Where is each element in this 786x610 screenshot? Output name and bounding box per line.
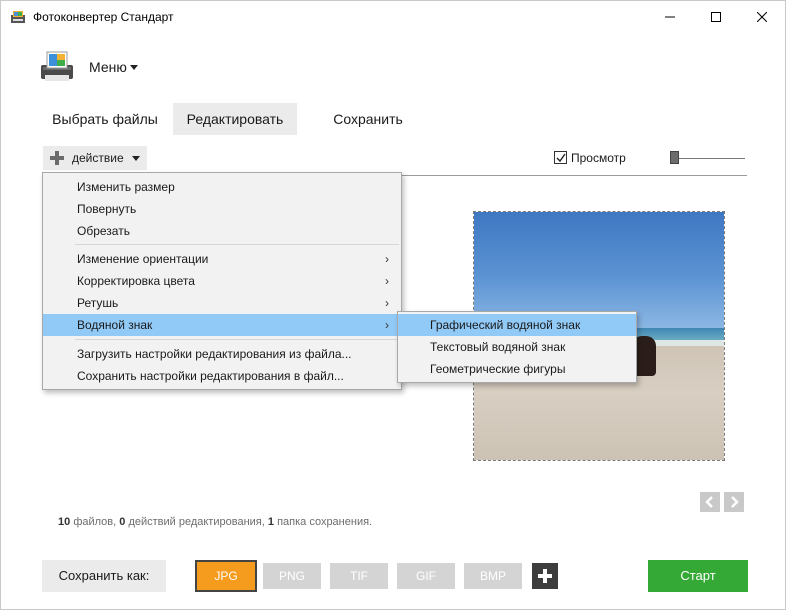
actions-text: действий редактирования,	[128, 516, 265, 528]
menu-item-label: Ретушь	[77, 296, 119, 310]
menu-item-label: Изменить размер	[77, 180, 175, 194]
watermark-submenu: Графический водяной знак Текстовый водян…	[397, 311, 637, 383]
submenu-item-label: Графический водяной знак	[430, 318, 581, 332]
files-text: файлов,	[73, 516, 117, 528]
format-gif-button[interactable]: GIF	[397, 563, 455, 589]
minimize-button[interactable]	[647, 1, 693, 33]
app-icon	[10, 9, 26, 25]
submenu-item-label: Текстовый водяной знак	[430, 340, 566, 354]
title-bar: Фотоконвертер Стандарт	[1, 1, 786, 33]
action-dropdown-button[interactable]: действие	[43, 146, 147, 170]
checkmark-icon	[556, 153, 566, 163]
close-icon	[756, 10, 768, 25]
chevron-right-icon: ›	[385, 296, 389, 310]
menu-item-label: Сохранить настройки редактирования в фай…	[77, 369, 344, 383]
menu-item-label: Загрузить настройки редактирования из фа…	[77, 347, 352, 361]
menu-item-save-settings[interactable]: Сохранить настройки редактирования в фай…	[43, 365, 401, 387]
menu-item-label: Обрезать	[77, 224, 130, 238]
preview-checkbox[interactable]	[554, 151, 567, 164]
next-image-button[interactable]	[724, 492, 744, 512]
format-bmp-button[interactable]: BMP	[464, 563, 522, 589]
maximize-button[interactable]	[693, 1, 739, 33]
close-button[interactable]	[739, 1, 785, 33]
menu-separator	[75, 244, 399, 245]
chevron-right-icon: ›	[385, 252, 389, 266]
tab-select-files[interactable]: Выбрать файлы	[47, 103, 163, 135]
files-count: 10	[58, 516, 71, 528]
menu-item-crop[interactable]: Обрезать	[43, 220, 401, 242]
menu-item-load-settings[interactable]: Загрузить настройки редактирования из фа…	[43, 343, 401, 365]
previous-image-button[interactable]	[700, 492, 720, 512]
action-label: действие	[72, 151, 124, 165]
tab-save[interactable]: Сохранить	[319, 103, 417, 135]
format-jpg-button[interactable]: JPG	[195, 560, 257, 592]
submenu-item-shapes[interactable]: Геометрические фигуры	[398, 358, 636, 380]
menu-item-label: Изменение ориентации	[77, 252, 209, 266]
chevron-right-icon	[731, 496, 739, 508]
format-tif-button[interactable]: TIF	[330, 563, 388, 589]
minimize-icon	[665, 10, 675, 25]
chevron-left-icon	[705, 496, 713, 508]
folders-text: папка сохранения.	[277, 516, 373, 528]
preview-label: Просмотр	[571, 151, 626, 165]
zoom-slider-track[interactable]	[675, 158, 745, 159]
app-window: Фотоконвертер Стандарт Меню Выбрать файл…	[0, 0, 786, 610]
add-format-button[interactable]	[532, 563, 558, 589]
menu-item-label: Корректировка цвета	[77, 274, 195, 288]
menu-item-rotate[interactable]: Повернуть	[43, 198, 401, 220]
submenu-item-image-watermark[interactable]: Графический водяной знак	[398, 314, 636, 336]
start-button[interactable]: Старт	[648, 560, 748, 592]
save-as-label: Сохранить как:	[42, 560, 166, 592]
menu-separator	[75, 339, 399, 340]
converter-logo-icon[interactable]	[39, 49, 75, 83]
menu-item-color-correction[interactable]: Корректировка цвета ›	[43, 270, 401, 292]
chevron-right-icon: ›	[385, 274, 389, 288]
action-menu: Изменить размер Повернуть Обрезать Измен…	[42, 172, 402, 390]
menu-item-label: Повернуть	[77, 202, 137, 216]
zoom-slider-thumb[interactable]	[670, 151, 679, 164]
window-title: Фотоконвертер Стандарт	[33, 10, 174, 24]
menu-item-retouch[interactable]: Ретушь ›	[43, 292, 401, 314]
chevron-right-icon: ›	[385, 318, 389, 332]
submenu-item-text-watermark[interactable]: Текстовый водяной знак	[398, 336, 636, 358]
menu-item-resize[interactable]: Изменить размер	[43, 176, 401, 198]
plus-icon	[50, 151, 64, 165]
menu-button[interactable]: Меню	[89, 59, 127, 75]
maximize-icon	[711, 10, 721, 25]
menu-item-orientation[interactable]: Изменение ориентации ›	[43, 248, 401, 270]
format-png-button[interactable]: PNG	[263, 563, 321, 589]
chevron-down-icon	[132, 156, 140, 161]
actions-count: 0	[119, 516, 126, 528]
status-line: 10 файлов, 0 действий редактирования, 1 …	[58, 516, 372, 528]
tab-edit[interactable]: Редактировать	[173, 103, 297, 135]
folders-count: 1	[267, 516, 274, 528]
submenu-item-label: Геометрические фигуры	[430, 362, 566, 376]
menu-item-label: Водяной знак	[77, 318, 153, 332]
chevron-down-icon	[130, 65, 138, 70]
menu-item-watermark[interactable]: Водяной знак ›	[43, 314, 401, 336]
